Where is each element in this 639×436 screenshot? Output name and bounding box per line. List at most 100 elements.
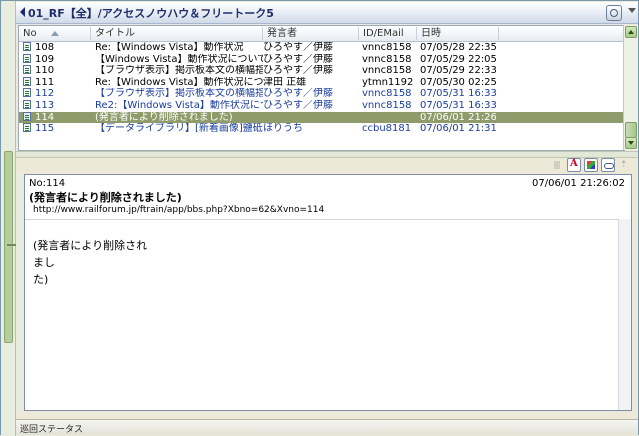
document-icon [23,65,31,75]
list-item-date: 07/06/01 21:26... [420,111,496,123]
list-item-title: Re:【Windows Vista】動作状況 [95,42,244,53]
column-header-title[interactable]: タイトル [91,27,263,40]
list-scrollbar[interactable] [623,25,638,150]
forum-title-bar: 01_RF【全】/アクセスノウハウ＆フリートーク5 [16,2,638,24]
list-item[interactable]: 109 【Windows Vista】動作状況についての...ひろやす／伊藤 vnn… [19,53,624,66]
font-color-icon[interactable]: A [567,158,581,172]
list-item[interactable]: 111 Re:【Windows Vista】動作状況につい...津田 正雄 ytmn… [19,76,624,89]
message-pane: No:114 07/06/01 21:26:02 (発言者により削除されました)… [24,174,632,411]
list-item[interactable]: 114 (発言者により削除されました) 07/06/01 21:26... [19,111,624,124]
list-item[interactable]: 112 【ブラウザ表示】掲示板本文の横幅指... ひろやす／伊藤 vnnc8158 07… [19,88,624,100]
list-item-date: 07/05/29 22:33... [420,65,496,77]
list-item-id: ccbu8181 [362,123,412,135]
list-item-date: 07/05/29 22:05... [420,53,496,65]
list-item-title: 【データライブラリ】[新着画像]鹽砥6... [95,123,263,135]
list-item-date: 07/05/30 02:25... [420,76,496,88]
app-window: 01_RF【全】/アクセスノウハウ＆フリートーク5 No タイトル 発言者 ID… [0,0,639,436]
back-arrow-icon[interactable] [20,7,25,17]
list-item-title: 【Windows Vista】動作状況についての... [95,53,263,65]
color-palette-icon[interactable] [584,158,598,172]
list-item-title: Re:【Windows Vista】動作状況につい... [95,76,263,88]
document-icon [23,123,31,133]
list-item-no: 110 [23,65,79,77]
status-bar: 巡回ステータス [16,419,638,435]
message-date: 07/06/01 21:26:02 [531,178,625,189]
message-list: No タイトル 発言者 ID/EMail 日時 108 Re:【Windows V… [18,25,625,151]
list-item-title: (発言者により削除されました) [95,111,233,123]
list-item-no-text: 113 [35,99,55,111]
list-item-no: 114 [23,111,79,124]
toolbar-grip-icon [554,161,560,169]
list-item-no-text: 112 [35,88,55,100]
document-icon [23,53,31,63]
list-item-title: Re2:【Windows Vista】動作状況につ... [95,99,263,111]
list-item-id: vnnc8158 [362,65,412,77]
list-item-id: vnnc8158 [362,88,412,100]
document-icon [23,111,31,121]
list-item[interactable]: 115 【データライブラリ】[新着画像]鹽砥6... ほりうち ccbu8181 07/… [19,123,624,135]
list-item[interactable]: 113 Re2:【Windows Vista】動作状況につ... ひろやす／伊藤 vn… [19,99,624,112]
scroll-thumb[interactable] [625,122,637,138]
document-icon [23,99,31,109]
message-body-line: た) [33,273,49,286]
list-item-title: 【ブラウザ表示】掲示板本文の横幅指... [95,88,263,100]
list-item-poster: ほりうち [263,123,303,135]
list-item-poster: 津田 正雄 [263,76,307,88]
toolbar-more-icon[interactable]: ⇡ [620,160,628,170]
document-icon [23,42,31,51]
list-item-id: vnnc8158 [362,53,412,65]
column-header-poster[interactable]: 発言者 [263,27,359,40]
list-item-no: 115 [23,123,79,135]
list-item-title: 【ブラウザ表示】掲示板本文の横幅指... [95,65,263,77]
message-body-line: (発言者により削除されまし [33,239,148,269]
list-item-no: 112 [23,88,79,100]
status-text: 巡回ステータス [20,425,84,435]
clock-icon[interactable] [606,5,622,21]
list-item-date: 07/05/31 16:33... [420,88,496,100]
forum-title: 01_RF【全】/アクセスノウハウ＆フリートーク5 [28,7,274,20]
column-header-no[interactable]: No [19,27,91,40]
document-icon [23,76,31,86]
list-item-no-text: 111 [35,76,55,88]
list-item-no-text: 114 [35,111,55,123]
message-url[interactable]: http://www.railforum.jp/ftrain/app/bbs.p… [33,205,324,215]
scroll-down-icon [628,141,634,145]
left-splitter-handle[interactable] [4,151,16,343]
list-item-poster: ひろやす／伊藤 [263,42,333,53]
scroll-up-icon [628,30,634,34]
message-scrollbar[interactable] [618,219,631,410]
message-rows: 108 Re:【Windows Vista】動作状況 ひろやす／伊藤 vnnc8158… [19,42,624,135]
scroll-down-button[interactable] [625,137,637,149]
list-item-id: vnnc8158 [362,42,412,53]
message-subject: (発言者により削除されました) [29,191,182,204]
list-item-poster: ひろやす／伊藤 [263,88,333,100]
list-item-no-text: 108 [35,42,55,53]
list-item[interactable]: 110 【ブラウザ表示】掲示板本文の横幅指... ひろやす／伊藤 vnnc8158 07… [19,65,624,77]
list-item[interactable]: 108 Re:【Windows Vista】動作状況 ひろやす／伊藤 vnnc8158… [19,42,624,54]
message-body: (発言者により削除されまし た) [33,237,153,288]
list-item-no: 111 [23,76,79,89]
list-item-no-text: 115 [35,123,55,135]
link-icon[interactable] [601,158,615,172]
list-item-poster: ひろやす／伊藤 [263,53,333,65]
scroll-up-button[interactable] [625,26,637,38]
message-toolbar: A ⇡ [16,157,638,173]
document-icon [23,88,31,98]
message-header: No:114 07/06/01 21:26:02 (発言者により削除されました)… [25,175,631,220]
title-dropdown-icon[interactable] [628,8,636,13]
column-header-date[interactable]: 日時 [417,27,499,40]
column-header-id[interactable]: ID/EMail [359,27,417,40]
list-item-date: 07/05/28 22:35... [420,42,496,53]
list-item-date: 07/05/31 16:33... [420,99,496,111]
list-item-no: 109 [23,53,79,66]
list-item-no: 108 [23,42,79,54]
list-item-no-text: 109 [35,53,55,65]
list-item-no-text: 110 [35,65,55,77]
list-item-id: ytmn1192 [362,76,414,88]
list-item-date: 07/06/01 21:31... [420,123,496,135]
list-item-poster: ひろやす／伊藤 [263,65,333,77]
list-item-id: vnnc8158 [362,99,412,111]
left-sidebar-strip [1,1,16,436]
message-number: No:114 [29,178,66,189]
list-header: No タイトル 発言者 ID/EMail 日時 [19,26,624,42]
